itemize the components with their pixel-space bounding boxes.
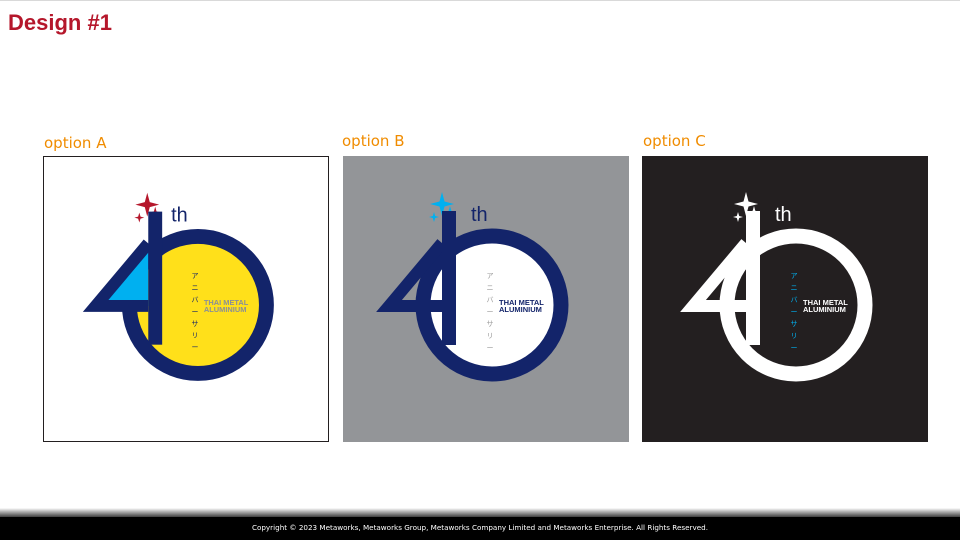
brand-line-2: ALUMINIUM [204,305,247,314]
ordinal-suffix: th [471,204,488,226]
katakana-char: リ [791,333,798,340]
katakana-char: ー [487,345,494,352]
four-stem [746,211,760,345]
katakana-char: ー [791,309,798,316]
katakana-char: ー [191,345,198,352]
katakana-char: ー [791,345,798,352]
slide-title: Design #1 [8,10,112,35]
ordinal-suffix: th [775,204,792,226]
ordinal-suffix: th [171,205,188,227]
katakana-char: バ [791,296,798,304]
logo-emblem-b: th ア ニ バ ー サ リ ー THAI METAL ALUMINIUM [376,192,569,382]
katakana-char: ニ [191,285,198,292]
four-stem [148,211,163,345]
katakana-char: ー [191,309,198,316]
katakana-char: ア [791,272,798,280]
katakana-char: ア [487,272,494,280]
katakana-char: リ [487,333,494,340]
katakana-char: バ [487,296,494,304]
brand-line-2: ALUMINIUM [803,305,846,314]
brand-line-2: ALUMINIUM [499,305,542,314]
option-a-panel: th ア ニ バ ー サ リ ー THAI METAL ALUMINIUM [43,156,329,442]
katakana-char: サ [791,320,798,328]
katakana-char: ニ [487,285,494,292]
katakana-char: ア [191,272,198,280]
katakana-char: ニ [791,285,798,292]
option-b-label: option B [342,132,405,150]
option-a-label: option A [44,134,107,152]
katakana-char: リ [191,333,198,340]
option-c-panel: th ア ニ バ ー サ リ ー THAI METAL ALUMINIUM [642,156,928,442]
option-c-label: option C [643,132,706,150]
top-divider [0,0,960,1]
katakana-char: ー [487,309,494,316]
logo-emblem-c: th ア ニ バ ー サ リ ー THAI METAL ALUMINIUM [680,192,873,382]
katakana-char: バ [191,296,198,304]
copyright-footer: Copyright © 2023 Metaworks, Metaworks Gr… [0,517,960,540]
katakana-char: サ [191,320,198,328]
option-b-panel: th ア ニ バ ー サ リ ー THAI METAL ALUMINIUM [343,156,629,442]
logo-emblem-a: th ア ニ バ ー サ リ ー THAI METAL ALUMINIUM [82,192,274,381]
four-stem [442,211,456,345]
katakana-char: サ [487,320,494,328]
